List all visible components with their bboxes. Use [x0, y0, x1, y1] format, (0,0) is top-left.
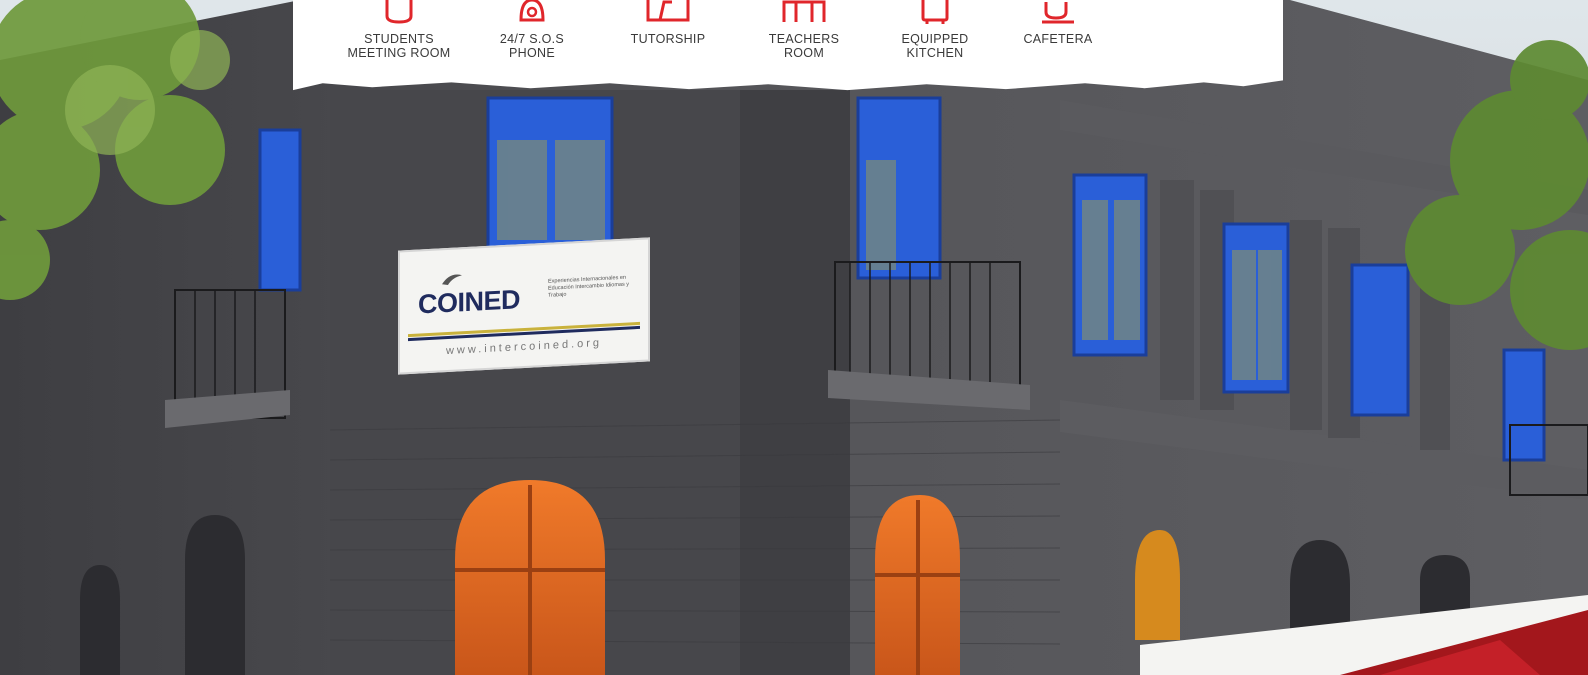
- teachers-room-icon: [782, 0, 826, 22]
- banner-tagline: Experiencias Internacionales en Educació…: [548, 274, 630, 299]
- amenity-label: TEACHERS ROOM: [768, 32, 840, 60]
- amenity-teachers-room: TEACHERS ROOM: [739, 0, 869, 60]
- building-facade-illustration: [0, 0, 1588, 675]
- amenity-cafeteria: CAFETERA: [993, 0, 1123, 46]
- amenity-equipped-kitchen: EQUIPPED KITCHEN: [870, 0, 1000, 60]
- banner-brand: COINED: [418, 284, 521, 320]
- meeting-room-icon: [385, 0, 413, 24]
- amenity-label: 24/7 S.O.S PHONE: [499, 32, 565, 60]
- amenity-label: EQUIPPED KITCHEN: [901, 32, 969, 60]
- amenity-label: STUDENTS MEETING ROOM: [347, 32, 451, 60]
- tutorship-icon: [646, 0, 690, 22]
- amenity-label: CAFETERA: [1023, 32, 1093, 46]
- amenity-tutorship: TUTORSHIP: [603, 0, 733, 46]
- sos-phone-icon: [519, 0, 545, 22]
- cafeteria-icon: [1042, 2, 1074, 24]
- amenity-label: TUTORSHIP: [630, 32, 706, 46]
- amenity-students-meeting-room: STUDENTS MEETING ROOM: [334, 0, 464, 60]
- coined-banner: COINED Experiencias Internacionales en E…: [398, 237, 650, 375]
- kitchen-icon: [921, 0, 949, 24]
- building-photo: [0, 0, 1588, 675]
- amenity-sos-phone: 24/7 S.O.S PHONE: [467, 0, 597, 60]
- bird-logo-icon: [442, 274, 462, 285]
